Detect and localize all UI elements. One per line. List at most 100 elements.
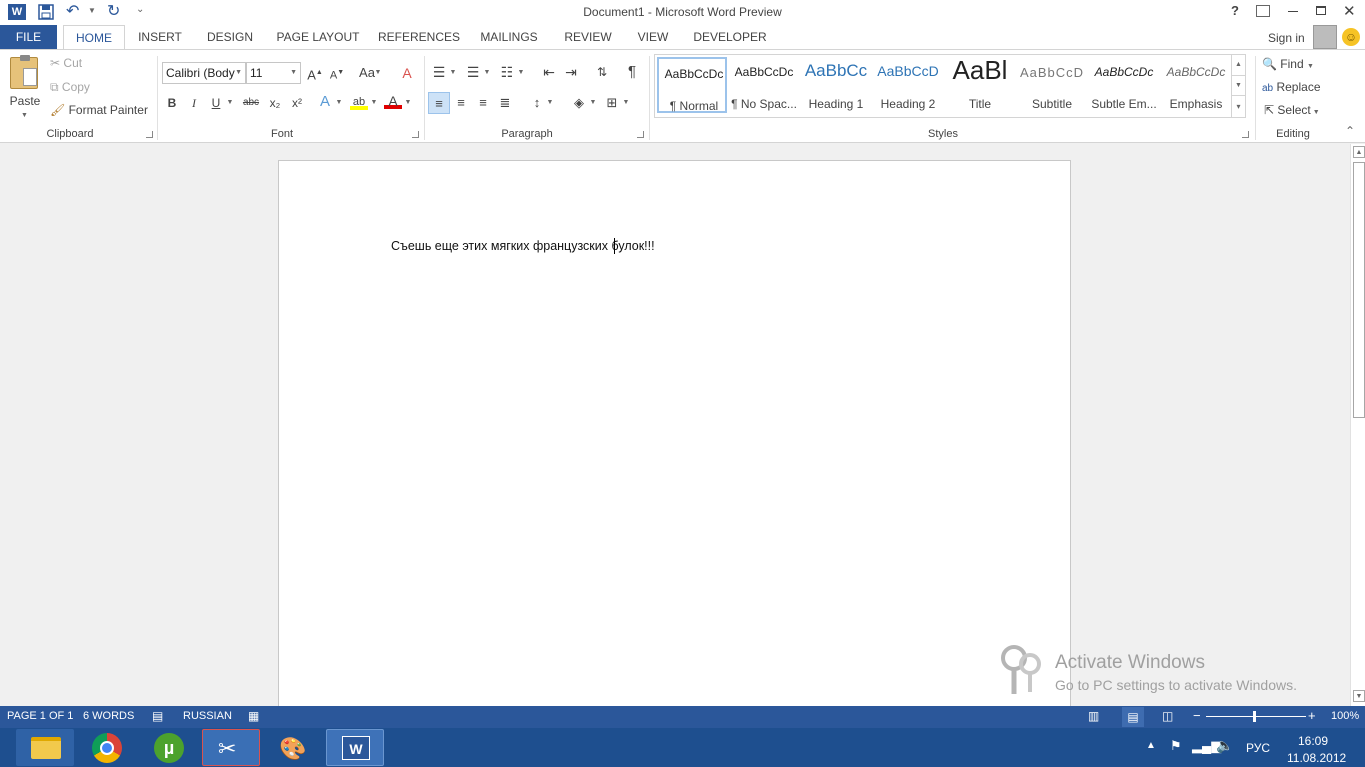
clock-date[interactable]: 11.08.2012 (1287, 751, 1346, 765)
taskbar-paint[interactable]: 🎨 (264, 729, 322, 766)
bold-button[interactable]: B (163, 95, 181, 111)
zoom-out-icon[interactable]: − (1193, 708, 1201, 723)
multilevel-list-dropdown-icon[interactable]: ▼ (517, 65, 525, 81)
strikethrough-button[interactable]: abc (240, 95, 262, 111)
gallery-scroll-down-icon[interactable]: ▼ (1231, 75, 1245, 95)
align-center-icon[interactable]: ≡ (452, 95, 470, 111)
underline-button[interactable]: U (207, 95, 225, 111)
clear-formatting-icon[interactable]: A (398, 65, 416, 81)
shading-dropdown-icon[interactable]: ▼ (589, 95, 597, 111)
borders-dropdown-icon[interactable]: ▼ (622, 95, 630, 111)
save-icon[interactable] (38, 4, 54, 20)
gallery-more-icon[interactable]: ▾ (1231, 95, 1245, 117)
style-subtle-emphasis[interactable]: AaBbCcDc Subtle Em... (1089, 57, 1159, 113)
style-emphasis[interactable]: AaBbCcDc Emphasis (1161, 57, 1231, 113)
taskbar-file-explorer[interactable] (16, 729, 74, 766)
line-spacing-dropdown-icon[interactable]: ▼ (546, 95, 554, 111)
minimize-button[interactable] (1288, 11, 1298, 12)
numbering-icon[interactable]: ☰ (464, 64, 482, 80)
justify-icon[interactable]: ≣ (496, 95, 514, 111)
styles-launcher-icon[interactable] (1242, 131, 1249, 138)
font-launcher-icon[interactable] (412, 131, 419, 138)
font-name-combo[interactable]: Calibri (Body ▼ (162, 62, 246, 84)
tab-insert[interactable]: INSERT (134, 25, 186, 49)
input-language-indicator[interactable]: РУС (1246, 741, 1270, 755)
clipboard-launcher-icon[interactable] (146, 131, 153, 138)
bullets-dropdown-icon[interactable]: ▼ (449, 65, 457, 81)
action-center-flag-icon[interactable]: ⚑ (1170, 738, 1182, 754)
line-spacing-icon[interactable]: ↕ (528, 95, 546, 111)
shrink-font-icon[interactable]: A▼ (328, 65, 346, 82)
zoom-slider-thumb[interactable] (1253, 711, 1256, 722)
select-button[interactable]: ⇱ Select ▼ (1264, 103, 1320, 117)
tab-home[interactable]: HOME (63, 25, 125, 50)
show-formatting-button[interactable]: ¶ (623, 64, 641, 80)
close-button[interactable]: ✕ (1343, 2, 1356, 20)
highlight-icon[interactable]: ab (350, 94, 368, 110)
multilevel-list-icon[interactable]: ☷ (498, 64, 516, 80)
tab-view[interactable]: VIEW (634, 25, 672, 49)
style-no-spacing[interactable]: AaBbCcDc ¶ No Spac... (729, 57, 799, 113)
word-app-icon[interactable]: W (8, 4, 26, 20)
tab-mailings[interactable]: MAILINGS (476, 25, 542, 49)
tab-review[interactable]: REVIEW (562, 25, 614, 49)
increase-indent-icon[interactable]: ⇥ (562, 64, 580, 80)
scroll-down-icon[interactable]: ▼ (1353, 690, 1365, 702)
restore-button[interactable] (1316, 6, 1326, 15)
sort-icon[interactable]: ⇅ (593, 64, 611, 80)
gallery-scroll-up-icon[interactable]: ▲ (1231, 55, 1245, 75)
word-count[interactable]: 6 WORDS (83, 710, 134, 722)
help-button[interactable]: ? (1228, 3, 1242, 18)
taskbar-utorrent[interactable]: µ (140, 729, 198, 766)
sign-in-link[interactable]: Sign in (1268, 31, 1305, 45)
align-right-icon[interactable]: ≡ (474, 95, 492, 111)
taskbar-word[interactable]: W (326, 729, 384, 766)
highlight-dropdown-icon[interactable]: ▼ (370, 95, 378, 111)
copy-button[interactable]: ⧉ Copy (50, 80, 90, 95)
web-layout-icon[interactable]: ◫ (1162, 709, 1173, 723)
numbering-dropdown-icon[interactable]: ▼ (483, 65, 491, 81)
font-color-dropdown-icon[interactable]: ▼ (404, 95, 412, 111)
paragraph-launcher-icon[interactable] (637, 131, 644, 138)
undo-dropdown-icon[interactable]: ▼ (88, 6, 96, 15)
scroll-up-icon[interactable]: ▲ (1353, 146, 1365, 158)
style-title[interactable]: AaBl Title (945, 55, 1015, 113)
font-size-combo[interactable]: 11 ▼ (246, 62, 301, 84)
taskbar-scissors-app[interactable]: ✂ (202, 729, 260, 766)
proofing-icon[interactable]: ▤ (152, 709, 163, 723)
format-painter-button[interactable]: 🖌 Format Painter (50, 103, 148, 117)
paste-button[interactable]: Paste ▼ (5, 54, 43, 122)
style-subtitle[interactable]: AaBbCcD Subtitle (1017, 57, 1087, 113)
taskbar-chrome[interactable] (78, 729, 136, 766)
zoom-slider[interactable] (1206, 711, 1306, 722)
zoom-in-icon[interactable]: + (1308, 708, 1316, 723)
smiley-feedback-icon[interactable]: ☺ (1342, 28, 1360, 46)
cut-button[interactable]: ✂ Cut (50, 56, 82, 70)
change-case-dropdown-icon[interactable]: ▼ (374, 65, 382, 81)
align-left-icon[interactable]: ≡ (428, 92, 450, 114)
decrease-indent-icon[interactable]: ⇤ (540, 64, 558, 80)
macro-recording-icon[interactable]: ▦ (248, 709, 259, 723)
text-effects-dropdown-icon[interactable]: ▼ (335, 95, 343, 111)
subscript-button[interactable]: x₂ (266, 95, 284, 111)
tab-design[interactable]: DESIGN (202, 25, 258, 49)
text-effects-icon[interactable]: A (316, 94, 334, 110)
document-text[interactable]: Съешь еще этих мягких французских булок!… (391, 239, 655, 253)
find-button[interactable]: 🔍 Find ▼ (1262, 57, 1314, 71)
borders-icon[interactable]: ⊞ (603, 95, 621, 111)
scroll-thumb[interactable] (1353, 162, 1365, 418)
replace-button[interactable]: ab Replace (1262, 80, 1321, 94)
read-mode-icon[interactable]: ▥ (1088, 709, 1099, 723)
style-heading-2[interactable]: AaBbCcD Heading 2 (873, 57, 943, 113)
style-normal[interactable]: AaBbCcDc ¶ Normal (657, 57, 727, 113)
underline-dropdown-icon[interactable]: ▼ (226, 95, 234, 111)
italic-button[interactable]: I (185, 95, 203, 111)
print-layout-icon[interactable]: ▤ (1122, 707, 1144, 727)
shading-icon[interactable]: ◈ (570, 95, 588, 111)
qat-customize-icon[interactable]: ⌄ (136, 4, 144, 15)
avatar[interactable] (1313, 25, 1337, 49)
vertical-scrollbar[interactable]: ▲ ▼ (1350, 144, 1365, 706)
page-count[interactable]: PAGE 1 OF 1 (7, 710, 73, 722)
collapse-ribbon-icon[interactable]: ⌃ (1345, 124, 1355, 138)
font-color-icon[interactable]: A (384, 93, 402, 109)
